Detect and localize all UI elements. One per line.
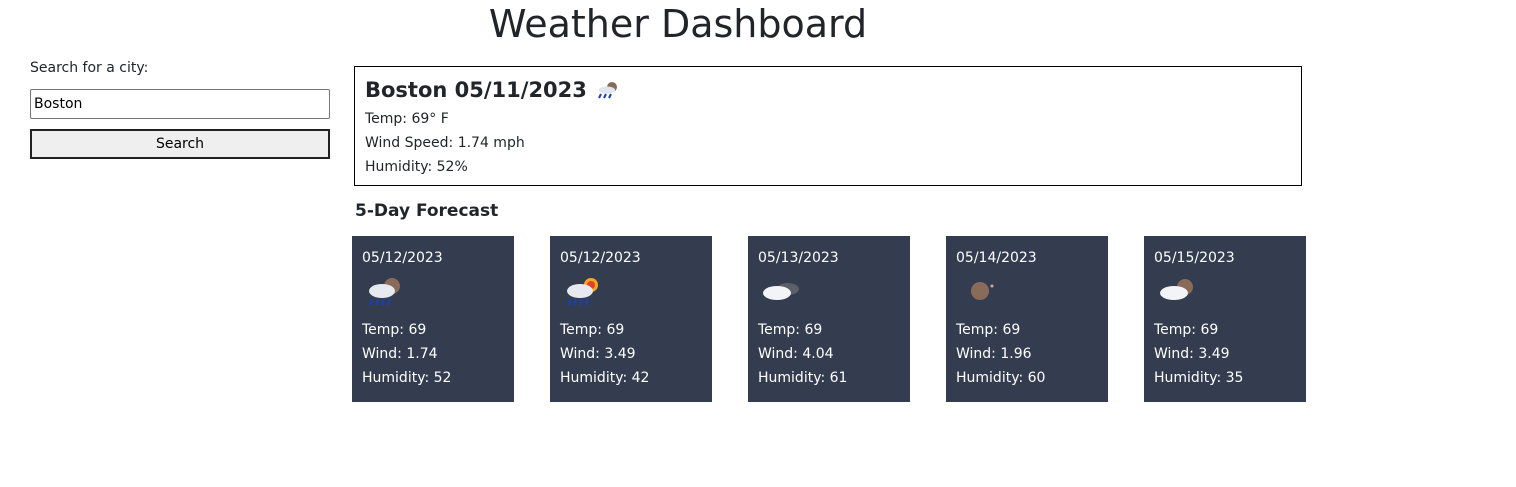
forecast-date: 05/14/2023 [956, 250, 1037, 266]
forecast-temp: Temp: 69 [956, 322, 1021, 338]
current-weather-card: Boston 05/11/2023 Temp: 69° F Wind Speed… [354, 66, 1302, 186]
search-panel: Search for a city: Search [30, 58, 330, 159]
cloud-dark-icon [763, 283, 799, 300]
forecast-date: 05/12/2023 [560, 250, 641, 266]
forecast-temp: Temp: 69 [1154, 322, 1219, 338]
forecast-heading: 5-Day Forecast [355, 201, 499, 221]
forecast-temp: Temp: 69 [560, 322, 625, 338]
page-title: Weather Dashboard [488, 2, 868, 46]
forecast-wind: Wind: 1.74 [362, 346, 438, 362]
forecast-date: 05/15/2023 [1154, 250, 1235, 266]
search-button[interactable]: Search [30, 129, 330, 159]
forecast-temp: Temp: 69 [758, 322, 823, 338]
current-temp: Temp: 69° F [365, 111, 449, 127]
forecast-humidity: Humidity: 42 [560, 370, 650, 386]
rain-night-icon [368, 278, 400, 306]
current-humidity: Humidity: 52% [365, 159, 468, 175]
moon-icon [971, 282, 994, 300]
current-city-date: Boston 05/11/2023 [365, 78, 587, 102]
forecast-humidity: Humidity: 52 [362, 370, 452, 386]
forecast-card: 05/15/2023 Temp: 69 Wind: 3.49 Humidity:… [1144, 236, 1306, 402]
forecast-wind: Wind: 1.96 [956, 346, 1032, 362]
forecast-humidity: Humidity: 61 [758, 370, 848, 386]
forecast-date: 05/13/2023 [758, 250, 839, 266]
forecast-card: 05/13/2023 Temp: 69 Wind: 4.04 Humidity:… [748, 236, 910, 402]
forecast-temp: Temp: 69 [362, 322, 427, 338]
forecast-wind: Wind: 3.49 [1154, 346, 1230, 362]
forecast-wind: Wind: 4.04 [758, 346, 834, 362]
moon-shower-icon [598, 82, 617, 99]
forecast-humidity: Humidity: 35 [1154, 370, 1244, 386]
search-label: Search for a city: [30, 60, 149, 76]
forecast-list: 05/12/2023 Temp: 69 Wind: 1.74 Humidity:… [352, 236, 1306, 402]
current-wind: Wind Speed: 1.74 mph [365, 135, 525, 151]
cloud-moon-icon [1160, 279, 1193, 300]
forecast-card: 05/12/2023 Temp: 69 Wind: 1.74 Humidity:… [352, 236, 514, 402]
forecast-humidity: Humidity: 60 [956, 370, 1046, 386]
city-search-input[interactable] [30, 89, 330, 119]
forecast-wind: Wind: 3.49 [560, 346, 636, 362]
forecast-card: 05/14/2023 Temp: 69 Wind: 1.96 Humidity:… [946, 236, 1108, 402]
forecast-card: 05/12/2023 Temp: 69 Wind: 3.49 Humidity:… [550, 236, 712, 402]
rain-sun-icon [566, 278, 598, 306]
forecast-date: 05/12/2023 [362, 250, 443, 266]
